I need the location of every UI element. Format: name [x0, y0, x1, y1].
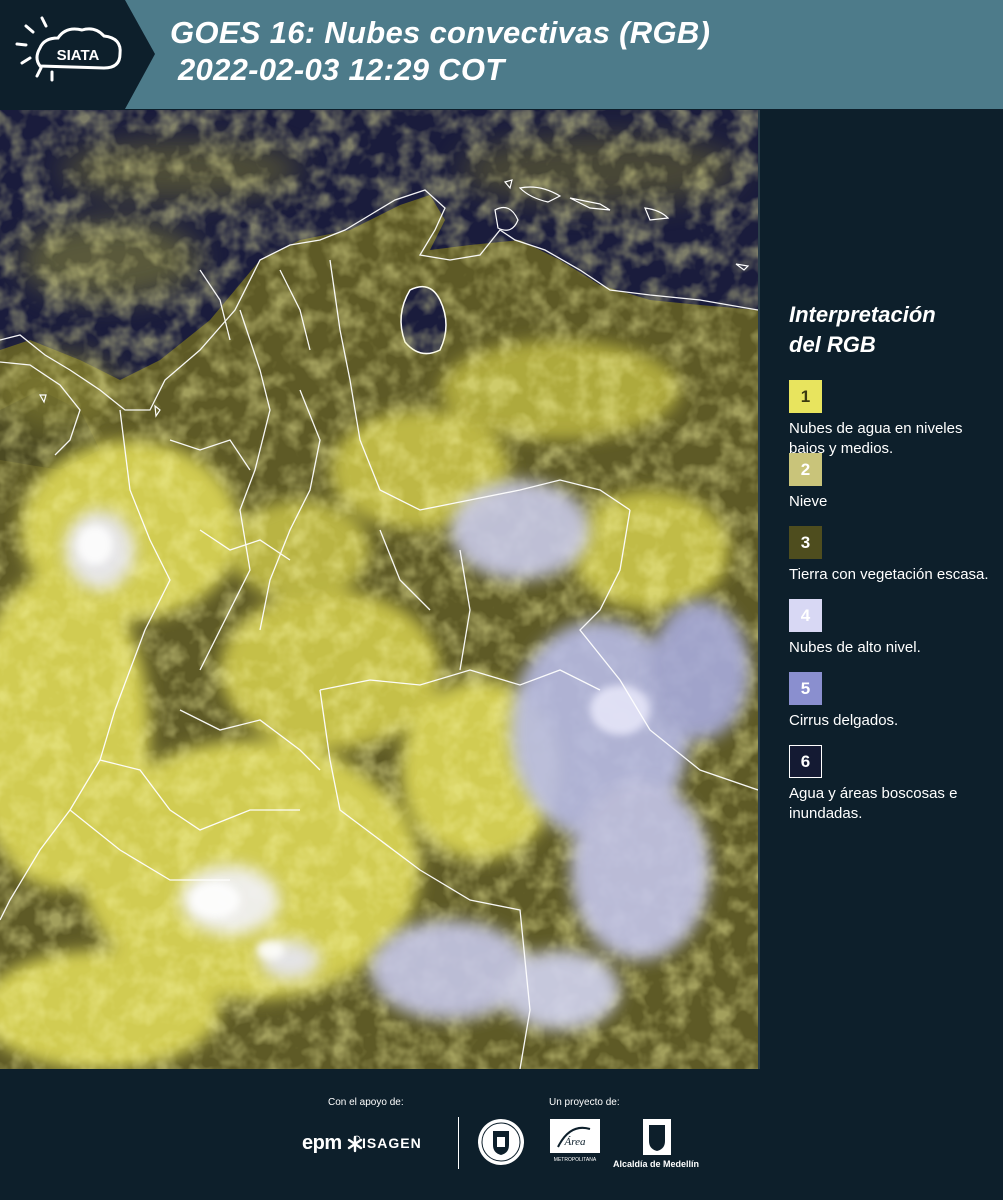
legend-swatch-3: 3 — [789, 526, 822, 559]
legend-panel: Interpretación del RGB 1 Nubes de agua e… — [789, 300, 989, 822]
legend-title-line2: del RGB — [789, 332, 876, 357]
logo-text: SIATA — [57, 47, 100, 64]
legend-title-line1: Interpretación — [789, 302, 936, 327]
alcaldia-label: Alcaldía de Medellín — [613, 1159, 700, 1169]
legend-label-5: Cirrus delgados. — [789, 712, 899, 729]
legend-label-6: Agua y áreas boscosas e inundadas. — [789, 785, 958, 822]
footer: Con el apoyo de: Un proyecto de: epm ISA… — [0, 1069, 1003, 1200]
legend-title: Interpretación del RGB — [789, 300, 989, 360]
legend-item-thin-cirrus: 5 Cirrus delgados. — [789, 672, 989, 745]
legend-item-snow: 2 Nieve — [789, 453, 989, 526]
svg-text:Área: Área — [564, 1136, 586, 1148]
legend-label-3: Tierra con vegetación escasa. — [789, 566, 989, 583]
area-metropolitana-logo-icon[interactable]: Área METROPOLITANA — [550, 1119, 600, 1169]
legend-item-low-clouds: 1 Nubes de agua en niveles bajos y medio… — [789, 380, 989, 457]
legend-label-2: Nieve — [789, 493, 828, 510]
legend-swatch-2: 2 — [789, 453, 822, 486]
support-label: Con el apoyo de: — [328, 1097, 404, 1108]
footer-divider — [458, 1117, 459, 1169]
legend-swatch-4: 4 — [789, 599, 822, 632]
header-bar: SIATA GOES 16: Nubes convectivas (RGB) 2… — [0, 0, 1003, 109]
project-label: Un proyecto de: — [549, 1097, 620, 1108]
isagen-logo[interactable]: ISAGEN — [362, 1135, 422, 1151]
legend-swatch-5: 5 — [789, 672, 822, 705]
legend-item-high-clouds: 4 Nubes de alto nivel. — [789, 599, 989, 672]
legend-swatch-6: 6 — [789, 745, 822, 778]
alcaldia-shield-icon[interactable] — [613, 1119, 703, 1157]
medellin-seal-icon[interactable] — [476, 1117, 526, 1167]
legend-item-water-forest: 6 Agua y áreas boscosas e inundadas. — [789, 745, 989, 822]
satellite-map[interactable] — [0, 110, 758, 1069]
siata-logo[interactable]: SIATA — [0, 0, 155, 109]
title-timestamp: 2022-02-03 12:29 COT — [178, 52, 505, 87]
epm-logo[interactable]: epm — [302, 1132, 342, 1155]
page-title: GOES 16: Nubes convectivas (RGB) 2022-02… — [170, 14, 710, 88]
map-frame-divider — [758, 110, 760, 1069]
legend-label-4: Nubes de alto nivel. — [789, 639, 921, 656]
legend-item-bare-land: 3 Tierra con vegetación escasa. — [789, 526, 989, 599]
svg-text:METROPOLITANA: METROPOLITANA — [554, 1157, 597, 1163]
title-product: GOES 16: Nubes convectivas (RGB) — [170, 15, 711, 50]
legend-swatch-1: 1 — [789, 380, 822, 413]
